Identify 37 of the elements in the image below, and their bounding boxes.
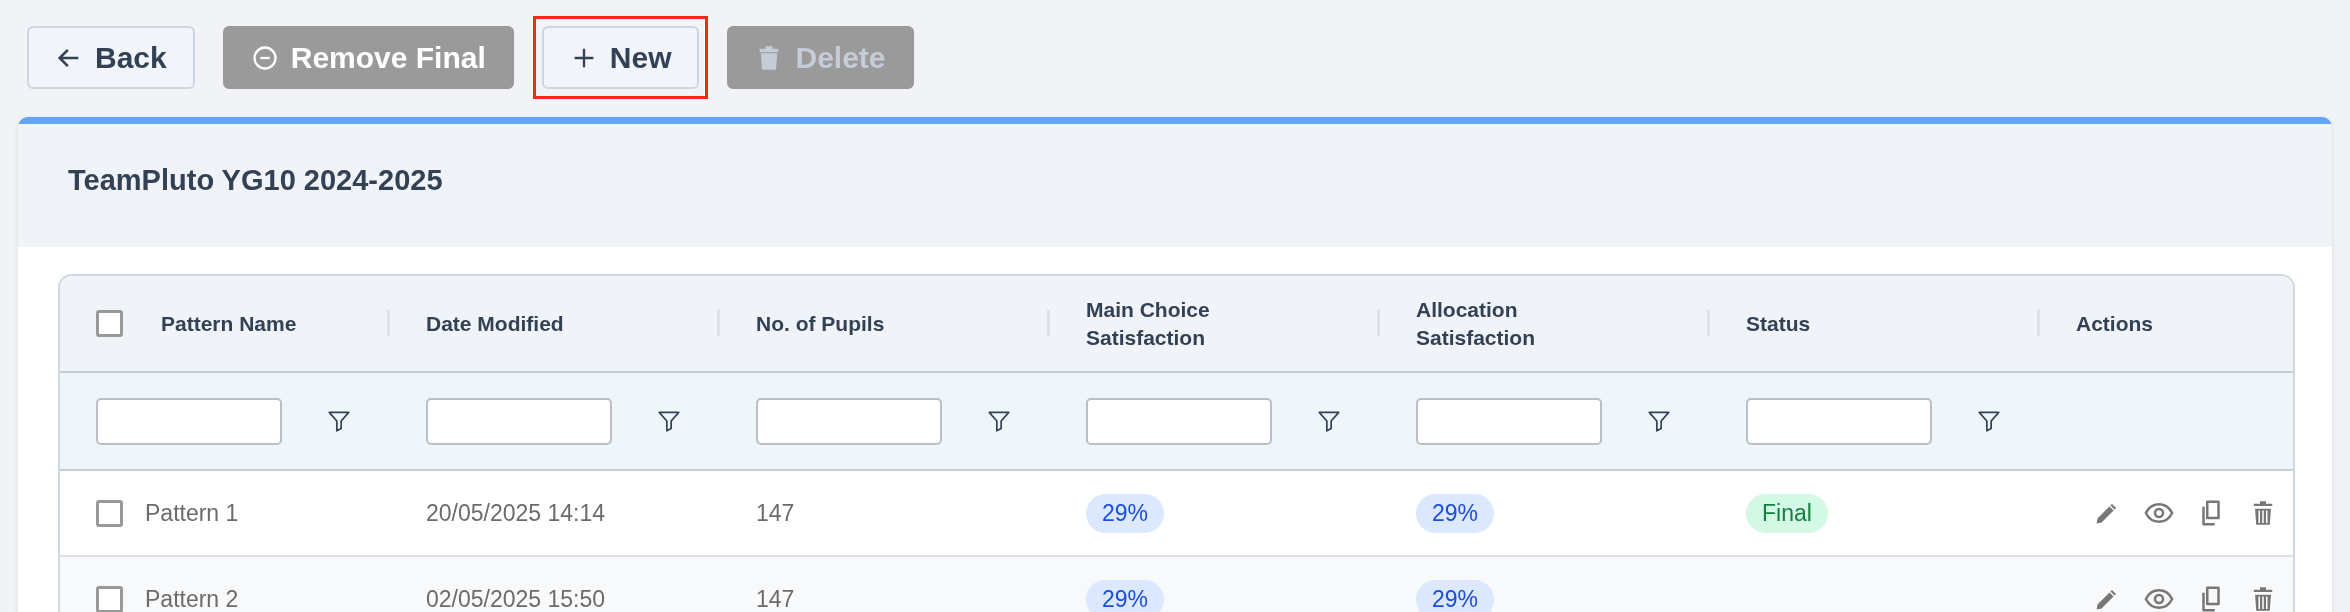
- column-header: Allocation Satisfaction: [1416, 296, 1537, 351]
- filter-field[interactable]: [1746, 397, 1932, 445]
- percent-badge: 29%: [1086, 493, 1165, 533]
- row-checkbox[interactable]: [96, 585, 123, 612]
- new-button[interactable]: New: [541, 26, 700, 89]
- date-modified: 20/05/2025 14:14: [426, 499, 606, 527]
- pattern-name: Pattern 2: [145, 585, 239, 612]
- filter-icon[interactable]: [326, 408, 352, 434]
- back-button[interactable]: Back: [27, 26, 195, 89]
- column-header: Date Modified: [426, 310, 564, 337]
- filter-field[interactable]: [1086, 397, 1272, 445]
- status-badge: Final: [1746, 493, 1828, 533]
- percent-badge: 29%: [1086, 579, 1165, 612]
- filter-field[interactable]: [426, 397, 612, 445]
- column-header: Main Choice Satisfaction: [1086, 296, 1211, 351]
- select-all-checkbox[interactable]: [96, 310, 123, 337]
- filter-icon[interactable]: [1976, 408, 2002, 434]
- filter-icon[interactable]: [1316, 408, 1342, 434]
- pattern-name: Pattern 1: [145, 499, 239, 527]
- filter-icon[interactable]: [656, 408, 682, 434]
- percent-badge: 29%: [1416, 579, 1495, 612]
- column-header: No. of Pupils: [756, 310, 885, 337]
- date-modified: 02/05/2025 15:50: [426, 585, 606, 612]
- card-title: TeamPluto YG10 2024-2025: [68, 164, 443, 197]
- filter-field[interactable]: [1416, 397, 1602, 445]
- column-header: Actions: [2076, 310, 2153, 337]
- minus-circle-icon: [250, 43, 279, 72]
- percent-badge: 29%: [1416, 493, 1495, 533]
- row-checkbox[interactable]: [96, 499, 123, 527]
- filter-icon[interactable]: [1646, 408, 1672, 434]
- filter-field[interactable]: [756, 397, 942, 445]
- pupil-count: 147: [756, 585, 795, 612]
- filter-icon[interactable]: [986, 408, 1012, 434]
- column-header: Pattern Name: [161, 310, 297, 337]
- column-header: Status: [1746, 310, 1811, 337]
- filter-field[interactable]: [96, 397, 282, 445]
- pupil-count: 147: [756, 499, 795, 527]
